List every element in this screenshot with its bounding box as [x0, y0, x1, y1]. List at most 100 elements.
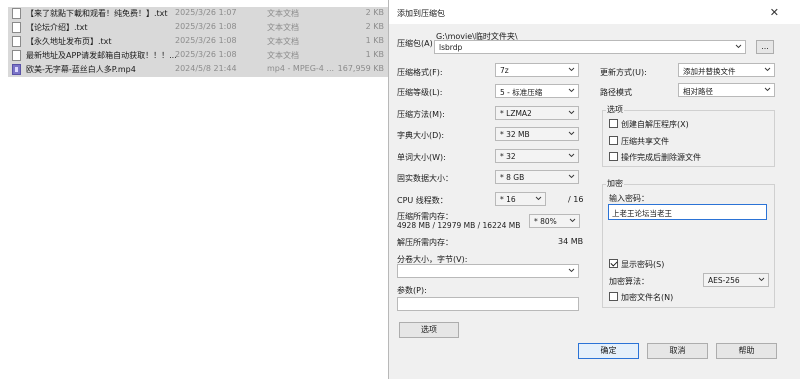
file-name: 【来了就點下載和观看！纯免费！】.txt: [26, 9, 168, 18]
options-group-title: 选项: [606, 104, 624, 115]
show-password-checkbox[interactable]: [609, 259, 618, 268]
file-name: 【永久地址发布页】.txt: [26, 37, 112, 46]
chevron-down-icon: [568, 267, 575, 274]
update-label: 更新方式(U):: [600, 68, 647, 77]
mem-percent-value: * 80%: [534, 217, 557, 226]
browse-button[interactable]: ...: [756, 40, 774, 54]
archive-label: 压缩包(A): [397, 39, 433, 48]
file-type: 文本文档: [267, 51, 299, 60]
update-value: 添加并替换文件: [683, 67, 736, 76]
file-type: mp4 - MPEG-4 ...: [267, 64, 335, 73]
pathmode-value: 相对路径: [683, 87, 713, 96]
dict-select[interactable]: * 32 MB: [495, 127, 579, 141]
chevron-down-icon: [568, 173, 575, 180]
enc-method-label: 加密算法：: [609, 277, 649, 286]
file-row[interactable]: 最新地址及APP请发邮箱自动获取！！！... 2025/3/26 1:08 文本…: [8, 49, 388, 63]
delete-label: 操作完成后删除源文件: [621, 153, 701, 162]
file-row[interactable]: 【来了就點下載和观看！纯免费！】.txt 2025/3/26 1:07 文本文档…: [8, 7, 388, 21]
file-size: 167,959 KB: [337, 64, 384, 73]
format-value: 7z: [500, 66, 509, 75]
shared-label: 压缩共享文件: [621, 137, 669, 146]
level-value: 5 - 标准压缩: [500, 88, 543, 97]
help-button[interactable]: 帮助: [716, 343, 777, 359]
file-name: 最新地址及APP请发邮箱自动获取！！！...: [26, 51, 177, 60]
archive-name-value: lsbrdp: [439, 43, 463, 52]
chevron-down-icon: [568, 66, 575, 73]
show-password-label: 显示密码(S): [621, 260, 665, 269]
file-date: 2025/3/26 1:08: [175, 22, 237, 31]
solid-value: * 8 GB: [500, 173, 525, 182]
cancel-button[interactable]: 取消: [647, 343, 708, 359]
file-date: 2024/5/8 21:44: [175, 64, 237, 73]
chevron-down-icon: [764, 86, 771, 93]
file-date: 2025/3/26 1:08: [175, 36, 237, 45]
cpu-total: / 16: [568, 195, 584, 204]
password-value: 上老王论坛当老王: [612, 209, 672, 218]
add-to-archive-dialog: 添加到压缩包 ✕ 压缩包(A) G:\movie\临时文件夹\ lsbrdp .…: [388, 0, 800, 379]
chevron-down-icon: [568, 87, 575, 94]
file-size: 1 KB: [365, 50, 384, 59]
chevron-down-icon: [764, 66, 771, 73]
file-row[interactable]: 【永久地址发布页】.txt 2025/3/26 1:08 文本文档 1 KB: [8, 35, 388, 49]
file-name: 欧美-无字幕-蓝丝白人多P.mp4: [26, 65, 136, 74]
password-label: 输入密码：: [609, 194, 649, 203]
word-select[interactable]: * 32: [495, 149, 579, 163]
chevron-down-icon: [535, 195, 542, 202]
method-label: 压缩方法(M):: [397, 110, 445, 119]
sfx-checkbox[interactable]: [609, 119, 618, 128]
dialog-titlebar: 添加到压缩包 ✕: [389, 0, 800, 24]
password-input[interactable]: 上老王论坛当老王: [608, 204, 767, 220]
ok-button[interactable]: 确定: [578, 343, 639, 359]
cpu-select[interactable]: * 16: [495, 192, 546, 206]
chevron-down-icon: [735, 43, 742, 50]
file-row[interactable]: 欧美-无字幕-蓝丝白人多P.mp4 2024/5/8 21:44 mp4 - M…: [8, 63, 388, 77]
file-type: 文本文档: [267, 9, 299, 18]
params-label: 参数(P):: [397, 286, 427, 295]
params-input[interactable]: [397, 297, 579, 311]
word-value: * 32: [500, 152, 516, 161]
solid-select[interactable]: * 8 GB: [495, 170, 579, 184]
chevron-down-icon: [569, 217, 576, 224]
file-row[interactable]: 【论坛介绍】.txt 2025/3/26 1:08 文本文档 2 KB: [8, 21, 388, 35]
level-select[interactable]: 5 - 标准压缩: [495, 84, 579, 98]
cpu-label: CPU 线程数：: [397, 196, 448, 205]
text-file-icon: [12, 36, 21, 47]
archive-name-combo[interactable]: lsbrdp: [434, 40, 746, 54]
delete-checkbox[interactable]: [609, 152, 618, 161]
file-size: 2 KB: [365, 22, 384, 31]
encrypt-names-label: 加密文件名(N): [621, 293, 674, 302]
update-select[interactable]: 添加并替换文件: [678, 63, 775, 77]
file-date: 2025/3/26 1:07: [175, 8, 237, 17]
close-icon[interactable]: ✕: [770, 6, 779, 19]
dialog-title: 添加到压缩包: [397, 9, 445, 18]
mem-detail: 4928 MB / 12979 MB / 16224 MB: [397, 221, 521, 230]
decomp-value: 34 MB: [558, 237, 584, 246]
pathmode-select[interactable]: 相对路径: [678, 83, 775, 97]
method-value: * LZMA2: [500, 109, 532, 118]
dict-value: * 32 MB: [500, 130, 530, 139]
pathmode-label: 路径模式: [600, 88, 632, 97]
shared-checkbox[interactable]: [609, 136, 618, 145]
file-date: 2025/3/26 1:08: [175, 50, 237, 59]
word-label: 单词大小(W):: [397, 153, 446, 162]
chevron-down-icon: [568, 130, 575, 137]
chevron-down-icon: [568, 109, 575, 116]
file-type: 文本文档: [267, 37, 299, 46]
method-select[interactable]: * LZMA2: [495, 106, 579, 120]
video-file-icon: [12, 64, 21, 75]
options-button[interactable]: 选项: [399, 322, 459, 338]
split-combo[interactable]: [397, 264, 579, 278]
chevron-down-icon: [568, 152, 575, 159]
mem-percent-select[interactable]: * 80%: [529, 214, 580, 228]
encryption-group-title: 加密: [606, 178, 624, 189]
cpu-value: * 16: [500, 195, 516, 204]
chevron-down-icon: [758, 276, 765, 283]
text-file-icon: [12, 8, 21, 19]
file-type: 文本文档: [267, 23, 299, 32]
decomp-label: 解压所需内存：: [397, 238, 453, 247]
encrypt-names-checkbox[interactable]: [609, 292, 618, 301]
enc-method-select[interactable]: AES-256: [703, 273, 769, 287]
enc-method-value: AES-256: [708, 276, 740, 285]
sfx-label: 创建自解压程序(X): [621, 120, 689, 129]
format-select[interactable]: 7z: [495, 63, 579, 77]
